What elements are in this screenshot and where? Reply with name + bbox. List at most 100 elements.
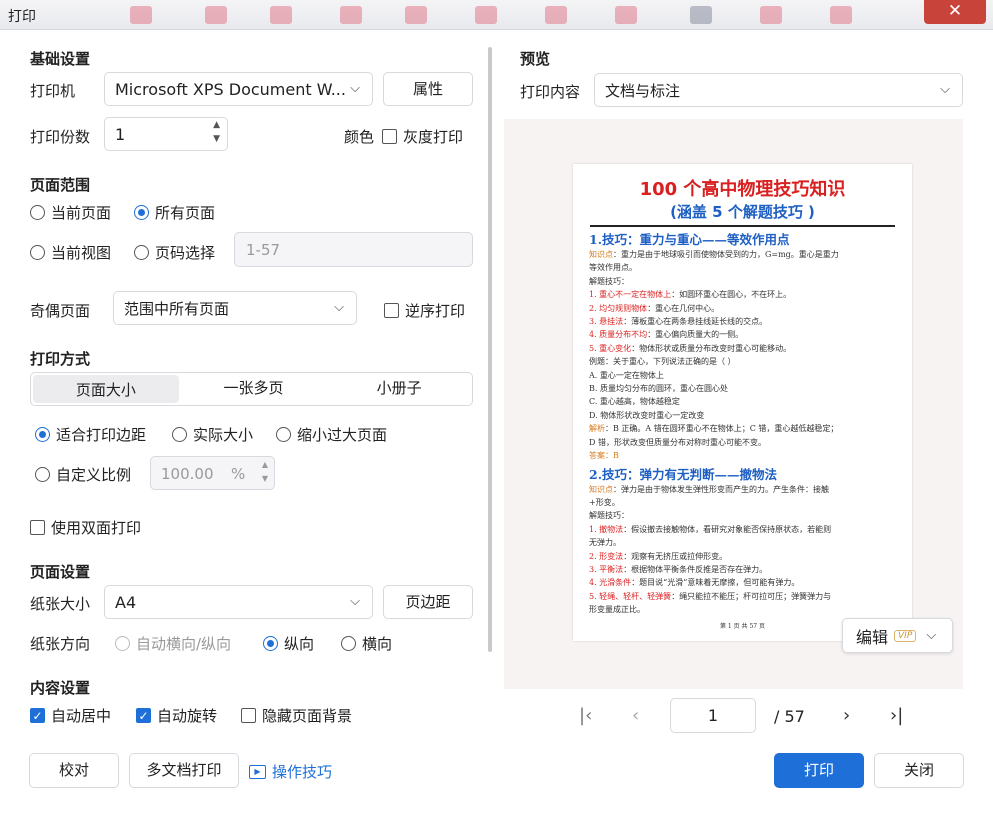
tips-label: 操作技巧 (272, 763, 333, 781)
page-range-placeholder: 1-57 (246, 241, 281, 259)
auto-rotate-checkbox[interactable]: ✓ 自动旋转 (136, 705, 217, 726)
chevron-up-icon[interactable]: ▲ (262, 460, 268, 469)
scale-input[interactable]: 100.00 % ▲ ▼ (150, 456, 275, 490)
doc-subtitle: (涵盖 5 个解题技巧 ) (670, 203, 815, 221)
radio-label: 纵向 (284, 635, 315, 653)
printer-label: 打印机 (30, 82, 76, 100)
doc-line: 知识点：弹力是由于物体发生弹性形变而产生的力。产生条件：接触 (589, 484, 829, 494)
radio-page-select[interactable]: 页码选择 (134, 242, 215, 263)
doc-heading: 1.技巧：重力与重心——等效作用点 (589, 232, 790, 247)
radio-label: 自定义比例 (56, 466, 132, 484)
doc-line: D 错，形状改变但质量分布对称时重心可能不变。 (589, 437, 766, 447)
chevron-down-icon[interactable]: ▼ (213, 134, 220, 144)
radio-label: 缩小过大页面 (297, 426, 388, 444)
radio-orient-portrait[interactable]: 纵向 (263, 633, 314, 654)
color-label: 颜色 (344, 128, 375, 146)
properties-button[interactable]: 属性 (383, 72, 473, 106)
proofread-button[interactable]: 校对 (29, 753, 119, 788)
doc-line: D. 物体形状改变时重心一定改变 (589, 410, 705, 420)
radio-circle (263, 636, 278, 651)
radio-circle (276, 427, 291, 442)
doc-line: 4. 光滑条件：题目说“光滑”意味着无摩擦，但可能有弹力。 (589, 578, 800, 588)
background-tab-ghost (690, 6, 712, 24)
tab-page-size[interactable]: 页面大小 (33, 375, 179, 403)
paper-size-value: A4 (115, 592, 137, 612)
chevron-down-icon: ⌵ (350, 81, 360, 96)
duplex-checkbox[interactable]: 使用双面打印 (30, 517, 141, 538)
section-page-range: 页面范围 (30, 176, 91, 194)
radio-circle (172, 427, 187, 442)
radio-label: 当前页面 (51, 204, 112, 222)
section-preview: 预览 (520, 50, 551, 68)
edit-label: 编辑 (856, 627, 889, 647)
page-number-input[interactable]: 1 (670, 698, 756, 733)
background-tab-ghost (405, 6, 427, 24)
radio-label: 横向 (362, 635, 393, 653)
doc-line: 形变量成正比。 (589, 605, 645, 615)
doc-heading: 2.技巧：弹力有无判断——撤物法 (589, 466, 778, 482)
radio-all-pages[interactable]: 所有页面 (134, 202, 215, 223)
radio-current-view[interactable]: 当前视图 (30, 242, 111, 263)
odd-even-value: 范围中所有页面 (124, 299, 230, 318)
print-content-select[interactable]: 文档与标注 ⌵ (594, 73, 963, 107)
close-button[interactable]: 关闭 (874, 753, 964, 788)
scale-value: 100.00 (161, 465, 214, 483)
reverse-print-checkbox[interactable]: 逆序打印 (384, 300, 465, 321)
radio-fit-margin[interactable]: 适合打印边距 (35, 424, 146, 445)
radio-shrink-large[interactable]: 缩小过大页面 (276, 424, 387, 445)
radio-label: 页码选择 (155, 244, 216, 262)
close-window-button[interactable]: ✕ (924, 0, 986, 24)
chevron-down-icon[interactable]: ▼ (262, 474, 268, 483)
multi-doc-print-button[interactable]: 多文档打印 (129, 753, 239, 788)
first-page-icon[interactable]: |‹ (579, 705, 592, 726)
check-icon: ✓ (136, 708, 151, 723)
tab-booklet[interactable]: 小册子 (326, 373, 472, 405)
section-print-mode: 打印方式 (30, 350, 91, 368)
chevron-down-icon: ⌵ (334, 300, 344, 315)
hide-bg-checkbox[interactable]: 隐藏页面背景 (241, 705, 352, 726)
radio-orient-landscape[interactable]: 横向 (341, 633, 392, 654)
radio-label: 当前视图 (51, 244, 112, 262)
doc-rule (590, 225, 895, 227)
page-number-value: 1 (707, 706, 719, 725)
margins-button[interactable]: 页边距 (383, 585, 473, 619)
edit-button[interactable]: 编辑 VIP ⌵ (842, 618, 953, 653)
radio-circle (341, 636, 356, 651)
tab-multi-page[interactable]: 一张多页 (181, 373, 327, 405)
paper-size-select[interactable]: A4 ⌵ (104, 585, 373, 619)
doc-line: 2. 均匀规则物体：重心在几何中心。 (589, 303, 720, 313)
radio-circle (35, 467, 50, 482)
print-button[interactable]: 打印 (774, 753, 864, 788)
left-scrollbar[interactable] (488, 47, 492, 652)
background-tab-ghost (830, 6, 852, 24)
close-icon: ✕ (947, 1, 963, 21)
radio-current-page[interactable]: 当前页面 (30, 202, 111, 223)
page-range-input[interactable]: 1-57 (234, 232, 473, 267)
doc-line: 解题技巧： (589, 511, 629, 521)
radio-custom-scale[interactable]: 自定义比例 (35, 464, 131, 485)
section-basic: 基础设置 (30, 50, 91, 68)
copies-stepper[interactable]: 1 ▲ ▼ (104, 117, 228, 151)
radio-circle (134, 245, 149, 260)
auto-center-checkbox[interactable]: ✓ 自动居中 (30, 705, 111, 726)
radio-orient-auto[interactable]: 自动横向/纵向 (115, 633, 231, 654)
printer-select[interactable]: Microsoft XPS Document W... ⌵ (104, 72, 373, 106)
background-tab-ghost (205, 6, 227, 24)
scale-unit: % (231, 465, 246, 483)
radio-actual-size[interactable]: 实际大小 (172, 424, 253, 445)
play-icon: ▶ (249, 764, 266, 779)
grayscale-checkbox[interactable]: 灰度打印 (382, 126, 463, 147)
title-bar: 打印 ✕ (0, 0, 993, 30)
radio-circle (134, 205, 149, 220)
doc-line: 答案：B (589, 451, 619, 461)
last-page-icon[interactable]: ›| (890, 705, 903, 726)
grayscale-label: 灰度打印 (403, 128, 464, 146)
print-content-label: 打印内容 (520, 83, 581, 101)
doc-line: 5. 轻绳、轻杆、轻弹簧：绳只能拉不能压；杆可拉可压；弹簧弹力与 (589, 591, 832, 601)
tips-link[interactable]: ▶ 操作技巧 (249, 761, 332, 782)
prev-page-icon[interactable]: ‹ (632, 705, 639, 726)
chevron-up-icon[interactable]: ▲ (213, 120, 220, 130)
next-page-icon[interactable]: › (843, 705, 850, 726)
preview-page: 100 个高中物理技巧知识 (涵盖 5 个解题技巧 ) 1.技巧：重力与重心——… (573, 164, 912, 641)
odd-even-select[interactable]: 范围中所有页面 ⌵ (113, 291, 357, 325)
